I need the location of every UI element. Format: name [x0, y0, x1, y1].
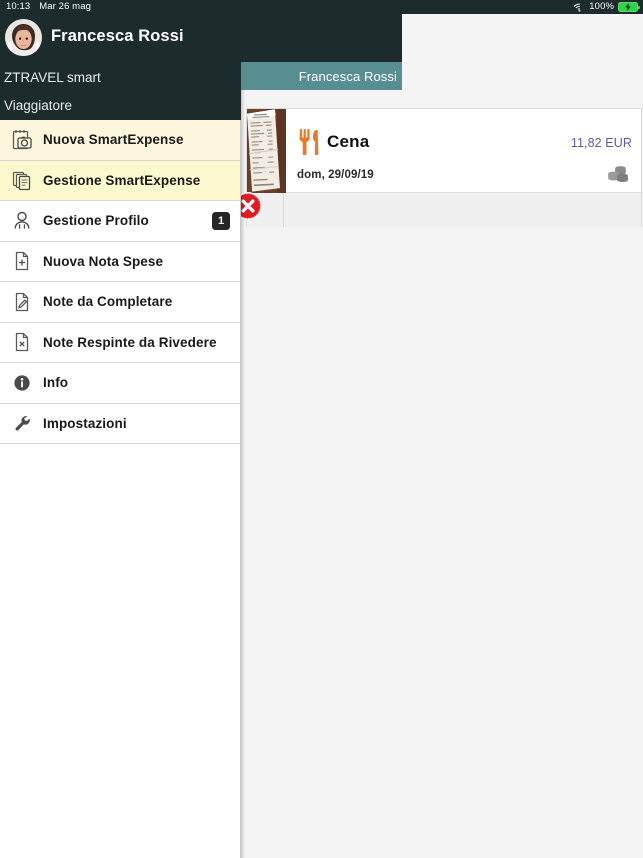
sidebar-item-impostazioni[interactable]: Impostazioni: [0, 403, 240, 444]
battery-charging-icon: [618, 2, 640, 12]
expense-card-body[interactable]: Cena 11,82 EUR dom, 29/09/19: [247, 109, 641, 193]
avatar[interactable]: [5, 19, 42, 56]
sidebar-menu: Nuova SmartExpense Gestione SmartExpense: [0, 120, 241, 858]
sidebar-item-label: Impostazioni: [43, 415, 127, 431]
navigation-bar: Francesca Rossi: [241, 62, 402, 90]
fork-knife-icon: [298, 128, 320, 156]
role-label: Viaggiatore: [4, 98, 73, 113]
navbar-title: Francesca Rossi: [298, 68, 397, 84]
document-camera-icon: [10, 128, 34, 152]
sidebar-item-note-da-completare[interactable]: Note da Completare: [0, 282, 240, 323]
document-plus-icon: [10, 249, 34, 273]
wrench-icon: [10, 411, 34, 435]
sidebar-item-info[interactable]: Info: [0, 363, 240, 404]
sidebar-item-gestione-smartexpense[interactable]: Gestione SmartExpense: [0, 160, 240, 201]
wifi-icon: [574, 3, 585, 12]
sidebar-item-gestione-profilo[interactable]: Gestione Profilo 1: [0, 201, 240, 242]
person-icon: [10, 209, 34, 233]
divider: [283, 193, 284, 227]
sidebar-item-label: Gestione Profilo: [43, 213, 149, 229]
expense-list-panel: Cena 11,82 EUR dom, 29/09/19: [234, 90, 643, 858]
info-icon: [10, 371, 34, 395]
expense-title: Cena: [327, 132, 370, 151]
expense-date: dom, 29/09/19: [297, 169, 374, 181]
expense-amount: 11,82 EUR: [570, 136, 632, 150]
expense-card[interactable]: Cena 11,82 EUR dom, 29/09/19: [234, 108, 642, 227]
battery-percentage: 100%: [589, 1, 614, 12]
status-badge: 1: [212, 211, 230, 230]
brand-label: ZTRAVEL smart: [4, 70, 101, 85]
document-x-icon: [10, 330, 34, 354]
expense-card-actions: [234, 192, 641, 227]
sidebar-item-nuova-nota-spese[interactable]: Nuova Nota Spese: [0, 241, 240, 282]
status-time: 10:13: [6, 1, 31, 12]
document-stack-icon: [10, 168, 34, 192]
status-date: Mar 26 mag: [39, 1, 91, 12]
status-bar: 10:13 Mar 26 mag 100%: [0, 0, 643, 14]
sidebar-item-label: Nuova SmartExpense: [43, 132, 184, 148]
sidebar-item-label: Note da Completare: [43, 294, 173, 310]
header-user-name: Francesca Rossi: [51, 27, 184, 45]
document-pencil-icon: [10, 290, 34, 314]
sidebar-item-note-respinte[interactable]: Note Respinte da Rivedere: [0, 322, 240, 363]
sidebar-item-label: Nuova Nota Spese: [43, 253, 164, 269]
receipt-thumbnail[interactable]: [247, 109, 286, 193]
tablet-screen: 10:13 Mar 26 mag 100% Francesca Rossi ZT…: [0, 0, 643, 858]
status-indicators: 100%: [574, 0, 640, 14]
sidebar-item-label: Note Respinte da Rivedere: [43, 334, 217, 350]
sidebar-item-label: Info: [43, 375, 69, 391]
sidebar-item-nuova-smartexpense[interactable]: Nuova SmartExpense: [0, 120, 240, 161]
sidebar-item-label: Gestione SmartExpense: [43, 172, 201, 188]
coins-icon: [607, 165, 629, 183]
